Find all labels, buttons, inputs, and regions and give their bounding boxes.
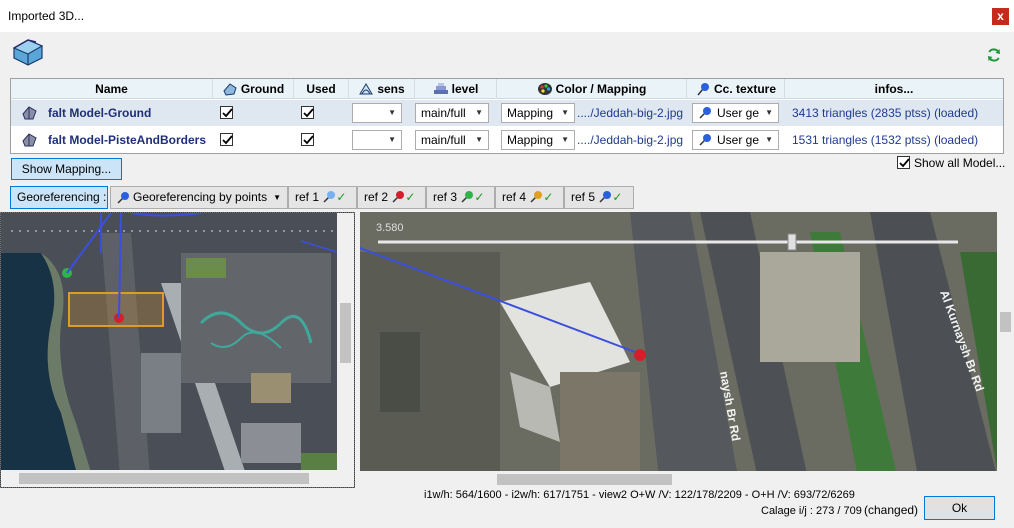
sens-icon [359,83,374,95]
col-used-header[interactable]: Used [294,79,349,99]
chevron-down-icon: ▼ [765,108,773,117]
model-name: falt Model-Ground [48,106,152,120]
texture-select[interactable]: User ge ▼ [692,103,779,123]
mapping-file[interactable]: ..../Jeddah-big-2.jpg [577,127,685,153]
col-ground-header[interactable]: Ground [213,79,294,99]
pin-icon [697,83,709,96]
palette-icon [537,83,552,95]
show-all-checkbox[interactable] [897,156,910,169]
3d-model-icon [12,39,44,66]
mapping-select[interactable]: Mapping ▼ [501,103,575,123]
model-infos: 1531 triangles (1532 ptss) (loaded) [792,133,979,147]
col-color-header[interactable]: Color / Mapping [497,79,687,99]
ok-button[interactable]: Ok [924,496,995,520]
sens-select[interactable]: ▼ [352,103,402,123]
show-all-label: Show all Model... [914,156,1006,170]
pin-icon [530,191,543,203]
pin-icon [392,191,405,203]
refresh-icon[interactable] [986,47,1002,63]
scroll-thumb[interactable] [1000,312,1011,332]
model-infos: 3413 triangles (2835 ptss) (loaded) [792,106,979,120]
scroll-thumb[interactable] [19,473,309,484]
pin-icon [461,191,474,203]
check-icon: ✓ [543,190,554,204]
col-level-header[interactable]: level [415,79,497,99]
scroll-thumb[interactable] [497,474,672,485]
title-bar: Imported 3D... x [0,0,1014,32]
overview-image-view[interactable] [0,212,355,488]
ground-checkbox[interactable] [220,106,233,119]
chevron-down-icon: ▼ [561,135,569,144]
pin-icon [117,192,129,204]
check-icon: ✓ [405,190,416,204]
window-title: Imported 3D... [8,9,85,23]
chevron-down-icon: ▼ [475,135,483,144]
mapping-select[interactable]: Mapping ▼ [501,130,575,150]
status-info-line: i1w/h: 564/1600 - i2w/h: 617/1751 - view… [424,489,855,501]
col-name-header[interactable]: Name [11,79,213,99]
used-checkbox[interactable] [301,133,314,146]
calage-info: Calage i/j : 273 / 709 [761,505,862,517]
right-horizontal-scrollbar[interactable] [360,471,1014,488]
changed-indicator: (changed) [864,503,919,517]
level-select[interactable]: main/full ▼ [415,103,489,123]
zoom-slider-value: 3.580 [376,222,404,234]
pin-icon [699,107,711,119]
close-button[interactable]: x [992,8,1009,25]
ref-2-button[interactable]: ref 2 ✓ [357,186,426,209]
table-header: Name Ground Used sens level Color / Mapp… [11,79,1003,99]
table-row[interactable]: falt Model-PisteAndBorders ▼ main/full ▼ … [11,127,1003,153]
models-table: Name Ground Used sens level Color / Mapp… [10,78,1004,154]
triangle-model-icon [22,106,37,120]
georeferencing-method-select[interactable]: Georeferencing by points ▼ [110,186,288,209]
zoomed-image-view[interactable]: Al Kurnaysh Br Rd naysh Br Rd 3.580 [360,212,1014,488]
col-infos-header[interactable]: infos... [785,79,1003,99]
table-row[interactable]: falt Model-Ground ▼ main/full ▼ Mapping ▼ … [11,100,1003,126]
level-icon [433,83,448,94]
left-horizontal-scrollbar[interactable] [1,470,354,487]
right-vertical-scrollbar[interactable] [997,212,1014,471]
level-select[interactable]: main/full ▼ [415,130,489,150]
chevron-down-icon: ▼ [388,135,396,144]
triangle-model-icon [22,133,37,147]
sens-select[interactable]: ▼ [352,130,402,150]
ref-1-button[interactable]: ref 1 ✓ [288,186,357,209]
chevron-down-icon: ▼ [765,135,773,144]
col-texture-header[interactable]: Cc. texture [687,79,785,99]
pin-icon [699,134,711,146]
chevron-down-icon: ▼ [273,193,281,202]
ground-checkbox[interactable] [220,133,233,146]
ref-5-button[interactable]: ref 5 ✓ [564,186,634,209]
show-mapping-button[interactable]: Show Mapping... [11,158,122,180]
check-icon: ✓ [612,190,623,204]
check-icon: ✓ [336,190,347,204]
overview-aerial-image [1,213,354,487]
georeferencing-label: Georeferencing : [10,186,108,209]
chevron-down-icon: ▼ [475,108,483,117]
pin-icon [599,191,612,203]
chevron-down-icon: ▼ [388,108,396,117]
ref-4-button[interactable]: ref 4 ✓ [495,186,564,209]
pin-icon [323,191,336,203]
texture-select[interactable]: User ge ▼ [692,130,779,150]
scroll-thumb[interactable] [340,303,351,363]
chevron-down-icon: ▼ [561,108,569,117]
model-name: falt Model-PisteAndBorders [48,133,207,147]
left-vertical-scrollbar[interactable] [337,213,354,472]
check-icon: ✓ [474,190,485,204]
ground-icon [223,83,237,96]
mapping-file[interactable]: ..../Jeddah-big-2.jpg [577,100,685,126]
used-checkbox[interactable] [301,106,314,119]
ref-3-button[interactable]: ref 3 ✓ [426,186,495,209]
zoomed-aerial-image: Al Kurnaysh Br Rd naysh Br Rd [360,212,1014,488]
col-sens-header[interactable]: sens [349,79,415,99]
